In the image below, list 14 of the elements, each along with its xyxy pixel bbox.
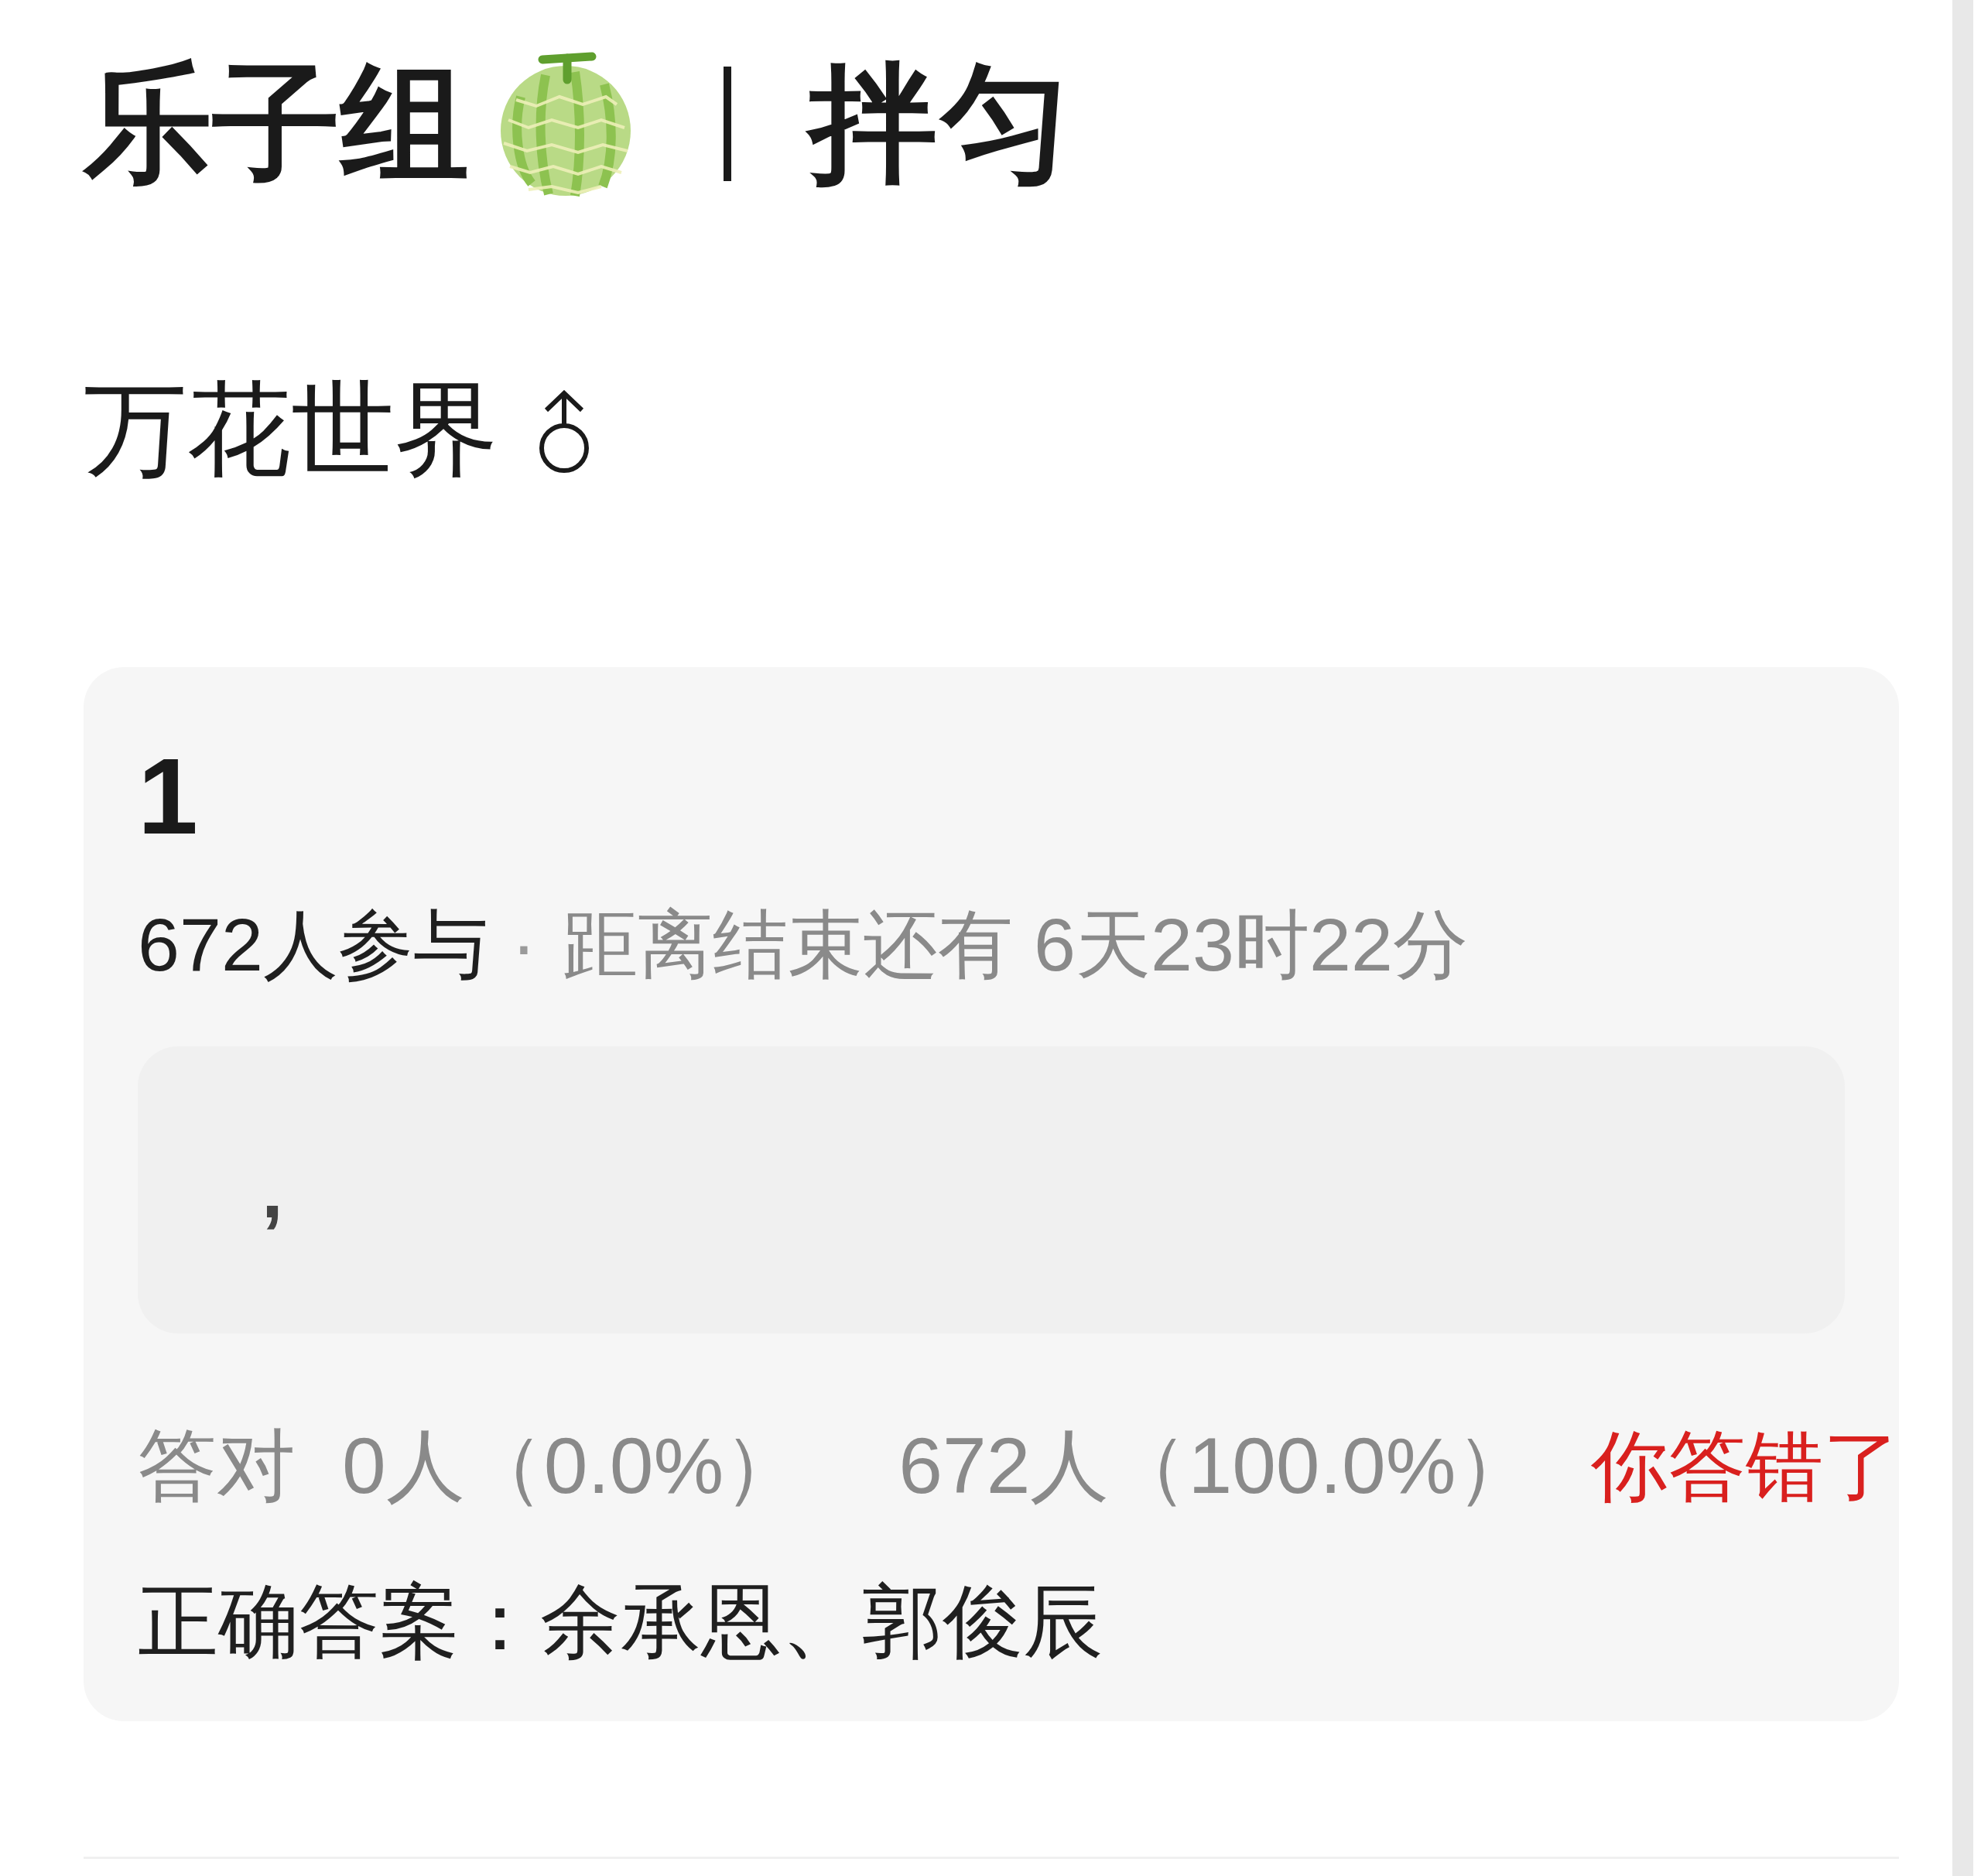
stat-count: 672人（100.0%） bbox=[898, 1420, 1535, 1511]
male-symbol-icon bbox=[537, 390, 591, 474]
countdown-text: 距离结束还有 6天23时22分 bbox=[563, 901, 1468, 988]
user-name: 万花世界 bbox=[84, 370, 498, 488]
page-title: 拌匀 bbox=[802, 43, 1081, 204]
verdict-text: 你答错了 bbox=[1591, 1422, 1901, 1511]
question-number: 1 bbox=[138, 734, 198, 858]
participant-count: 672人参与 bbox=[138, 901, 488, 988]
answer-box: , bbox=[138, 1046, 1845, 1333]
stat-label: 答对 bbox=[138, 1420, 296, 1511]
correct-answer-text: 正确答案：余承恩、郭俊辰 bbox=[138, 1576, 1103, 1668]
stat-count: 0人（0.0%） bbox=[342, 1420, 803, 1511]
group-name: 乐子组 bbox=[84, 51, 469, 197]
separator-dot: · bbox=[511, 901, 537, 988]
